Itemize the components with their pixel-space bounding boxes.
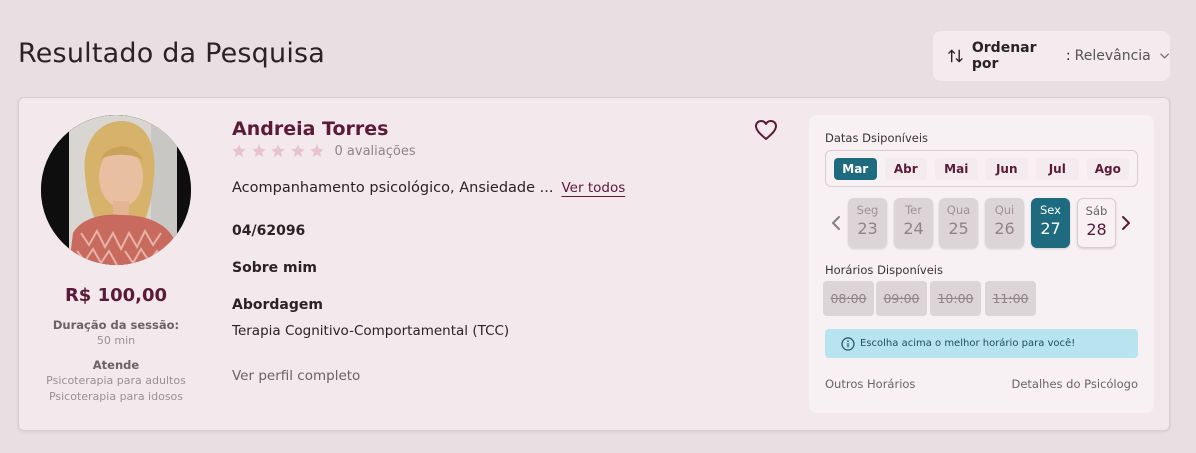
day-button[interactable]: Sáb 28 xyxy=(1077,198,1116,248)
rating-count: 0 avaliações xyxy=(334,143,416,159)
psychologist-card: R$ 100,00 Duração da sessão: 50 min Aten… xyxy=(18,97,1170,431)
month-tab[interactable]: Mar xyxy=(834,157,877,180)
duration-label: Duração da sessão: xyxy=(52,318,180,332)
about-me-heading: Sobre mim xyxy=(232,260,317,276)
session-price: R$ 100,00 xyxy=(64,285,168,306)
time-slot[interactable]: 09:00 xyxy=(876,281,927,316)
star-icon xyxy=(232,144,246,157)
day-number: 28 xyxy=(1086,220,1107,239)
full-profile-link[interactable]: Ver perfil completo xyxy=(232,368,360,384)
avatar-photo xyxy=(41,115,191,265)
schedule-panel: Datas Dsiponíveis Mar Abr Mai Jun Jul Ag… xyxy=(809,115,1154,413)
sort-label: Ordenar por xyxy=(971,40,1037,72)
sort-separator: : xyxy=(1065,48,1071,64)
month-selector: Mar Abr Mai Jun Jul Ago xyxy=(825,150,1138,187)
day-button[interactable]: Seg 23 xyxy=(848,198,887,248)
rating-stars: 0 avaliações xyxy=(231,143,416,159)
month-tab[interactable]: Jun xyxy=(985,157,1028,180)
approach-heading: Abordagem xyxy=(232,297,323,313)
heart-icon[interactable] xyxy=(754,119,778,141)
duration-value: 50 min xyxy=(96,334,136,347)
psychologist-details-link[interactable]: Detalhes do Psicólogo xyxy=(1011,377,1138,391)
serves-label: Atende xyxy=(92,358,140,372)
info-text: Escolha acima o melhor horário para você… xyxy=(860,338,1076,349)
day-name: Qui xyxy=(994,203,1015,217)
info-banner: Escolha acima o melhor horário para você… xyxy=(825,329,1138,358)
sort-value: Relevância xyxy=(1074,48,1151,64)
day-name: Ter xyxy=(905,203,922,217)
specialties: Acompanhamento psicológico, Ansiedade ..… xyxy=(232,180,625,196)
day-button-selected[interactable]: Sex 27 xyxy=(1031,198,1070,248)
day-number: 27 xyxy=(1040,219,1061,238)
page-title: Resultado da Pesquisa xyxy=(18,38,326,69)
star-icon xyxy=(251,144,266,157)
month-tab[interactable]: Mai xyxy=(935,157,978,180)
star-icon xyxy=(290,144,305,157)
month-tab[interactable]: Ago xyxy=(1086,157,1129,180)
dates-title: Datas Dsiponíveis xyxy=(825,131,929,145)
chevron-right-icon[interactable] xyxy=(1121,215,1131,231)
day-name: Sáb xyxy=(1085,204,1108,218)
crp-number: 04/62096 xyxy=(232,223,306,239)
specialties-text: Acompanhamento psicológico, Ansiedade ..… xyxy=(232,180,554,196)
hours-title: Horários Disponíveis xyxy=(825,263,943,277)
serves-item: Psicoterapia para adultos xyxy=(46,374,186,387)
month-tab[interactable]: Abr xyxy=(884,157,927,180)
day-name: Seg xyxy=(856,203,879,217)
sort-dropdown[interactable]: Ordenar por : Relevância xyxy=(933,31,1170,81)
day-number: 23 xyxy=(857,219,878,238)
time-slot[interactable]: 08:00 xyxy=(823,281,874,316)
avatar[interactable] xyxy=(41,115,191,265)
day-button[interactable]: Ter 24 xyxy=(894,198,933,248)
day-name: Qua xyxy=(946,203,971,217)
info-icon xyxy=(841,336,855,351)
day-name: Sex xyxy=(1040,203,1061,217)
psychologist-name[interactable]: Andreia Torres xyxy=(232,118,388,140)
serves-item: Psicoterapia para idosos xyxy=(48,390,184,403)
chevron-left-icon[interactable] xyxy=(831,215,841,231)
star-icon xyxy=(310,144,324,157)
time-slot[interactable]: 10:00 xyxy=(930,281,981,316)
approach-value: Terapia Cognitivo-Comportamental (TCC) xyxy=(232,323,510,339)
day-button[interactable]: Qua 25 xyxy=(939,198,978,248)
chevron-down-icon xyxy=(1159,53,1169,59)
time-slot[interactable]: 11:00 xyxy=(985,281,1036,316)
day-number: 24 xyxy=(903,219,924,238)
month-tab[interactable]: Jul xyxy=(1036,157,1079,180)
day-button[interactable]: Qui 26 xyxy=(985,198,1024,248)
day-number: 25 xyxy=(948,219,969,238)
other-hours-link[interactable]: Outros Horários xyxy=(825,377,915,391)
sort-arrows-icon xyxy=(948,49,963,63)
star-icon xyxy=(271,144,285,157)
day-number: 26 xyxy=(994,219,1015,238)
see-all-link[interactable]: Ver todos xyxy=(561,180,625,196)
